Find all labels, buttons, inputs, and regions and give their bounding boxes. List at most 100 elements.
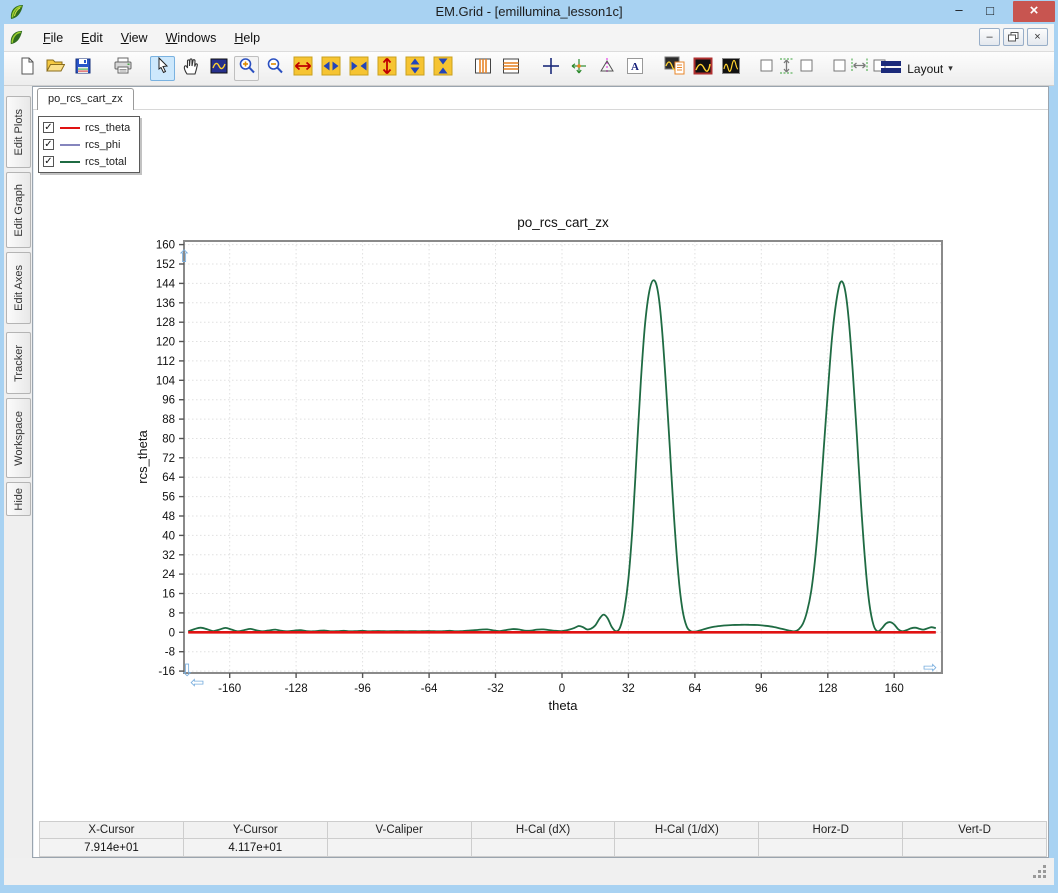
stripes-h-icon <box>501 56 521 81</box>
minimize-button[interactable]: – <box>946 0 972 23</box>
distribute-v-icon <box>760 56 814 81</box>
legend-checkbox-rcs_total[interactable]: ✓ <box>43 156 54 167</box>
mdi-window-controls: – × <box>979 28 1048 46</box>
sidebar-tab-label: Workspace <box>12 410 25 466</box>
zoom-in-button[interactable] <box>234 56 259 81</box>
stripes-v-icon <box>473 56 493 81</box>
mdi-restore-button[interactable] <box>1003 28 1024 46</box>
new-file-button[interactable] <box>14 56 39 81</box>
distribute-v-button[interactable] <box>758 56 816 81</box>
cross-cursor-button[interactable] <box>538 56 563 81</box>
mdi-close-button[interactable]: × <box>1027 28 1048 46</box>
status-value-0: 7.914e+01 <box>39 838 184 857</box>
toolbar-group <box>14 56 98 81</box>
layout-button[interactable]: Layout ▾ <box>881 56 953 81</box>
sidebar-tab-label: Hide <box>12 487 25 511</box>
legend-label: rcs_total <box>85 155 127 168</box>
wave-red-frame-button[interactable] <box>690 56 715 81</box>
open-file-button[interactable] <box>42 56 67 81</box>
status-value-5 <box>759 838 904 857</box>
y-axis-label: rcs_theta <box>135 429 150 483</box>
caliper-button[interactable] <box>594 56 619 81</box>
svg-text:-160: -160 <box>218 683 241 695</box>
status-value-6 <box>903 838 1048 857</box>
new-file-icon <box>17 56 37 81</box>
svg-text:-32: -32 <box>487 683 504 695</box>
app-logo-icon-small <box>8 29 25 46</box>
plot-legend: ✓ rcs_theta ✓ rcs_phi ✓ rcs_total <box>38 116 140 173</box>
sidebar-tab-label: Edit Axes <box>12 265 25 311</box>
zoom-out-button[interactable] <box>262 56 287 81</box>
x-axis-left-handle-icon: ⇦ <box>190 673 204 693</box>
shrink-y-blue-button[interactable] <box>430 56 455 81</box>
svg-text:32: 32 <box>622 683 635 695</box>
sidebar-tab-edit-graph[interactable]: Edit Graph <box>6 172 31 248</box>
sidebar-tab-edit-plots[interactable]: Edit Plots <box>6 96 31 168</box>
zoom-plot-button[interactable] <box>206 56 231 81</box>
tracker-button[interactable] <box>566 56 591 81</box>
zoom-out-icon <box>265 56 285 81</box>
svg-text:136: 136 <box>156 298 175 310</box>
menu-help[interactable]: Help <box>225 28 269 48</box>
wave-report-button[interactable] <box>662 56 687 81</box>
document-tab[interactable]: po_rcs_cart_zx <box>37 88 134 110</box>
toolbar-group <box>110 56 138 81</box>
save-file-icon <box>73 56 93 81</box>
svg-text:32: 32 <box>162 550 175 562</box>
toolbar: A Layout ▾ <box>4 52 1054 86</box>
plot-canvas[interactable]: -16 -8 0 8 16 24 32 40 48 56 64 72 80 88 96 104 112 120 12… <box>33 110 1050 821</box>
svg-text:72: 72 <box>162 453 175 465</box>
stripes-h-button[interactable] <box>498 56 523 81</box>
toolbar-group <box>150 56 458 81</box>
maximize-button[interactable]: □ <box>977 0 1003 23</box>
zoom-plot-icon <box>209 56 229 81</box>
legend-checkbox-rcs_phi[interactable]: ✓ <box>43 139 54 150</box>
sidebar-tab-label: Edit Plots <box>12 108 25 156</box>
save-file-button[interactable] <box>70 56 95 81</box>
stripes-v-button[interactable] <box>470 56 495 81</box>
pan-hand-button[interactable] <box>178 56 203 81</box>
svg-text:0: 0 <box>559 683 565 695</box>
legend-line-swatch <box>60 126 80 129</box>
expand-y-blue-icon <box>405 56 425 81</box>
sidebar-tab-hide[interactable]: Hide <box>6 482 31 516</box>
select-pointer-button[interactable] <box>150 56 175 81</box>
status-col-vert-d: Vert-D <box>903 821 1048 838</box>
menu-edit[interactable]: Edit <box>72 28 112 48</box>
legend-label: rcs_theta <box>85 121 131 134</box>
menu-windows[interactable]: Windows <box>157 28 226 48</box>
svg-text:96: 96 <box>162 395 175 407</box>
shrink-x-blue-button[interactable] <box>346 56 371 81</box>
menu-items: File Edit View Windows Help <box>34 24 269 51</box>
svg-text:56: 56 <box>162 492 175 504</box>
plot-title: po_rcs_cart_zx <box>517 215 609 230</box>
print-button[interactable] <box>110 56 135 81</box>
status-value-2 <box>327 838 472 857</box>
wave-double-button[interactable] <box>718 56 743 81</box>
resize-grip[interactable] <box>1033 865 1047 879</box>
svg-text:144: 144 <box>156 278 176 290</box>
svg-text:160: 160 <box>885 683 904 695</box>
menu-view[interactable]: View <box>112 28 157 48</box>
text-note-button[interactable]: A <box>622 56 647 81</box>
svg-text:24: 24 <box>162 569 175 581</box>
sidebar-tab-workspace[interactable]: Workspace <box>6 398 31 478</box>
legend-label: rcs_phi <box>85 138 121 151</box>
expand-y-red-button[interactable] <box>374 56 399 81</box>
close-button[interactable]: × <box>1013 1 1055 22</box>
sidebar-tab-tracker[interactable]: Tracker <box>6 332 31 394</box>
legend-checkbox-rcs_theta[interactable]: ✓ <box>43 122 54 133</box>
expand-x-blue-button[interactable] <box>318 56 343 81</box>
sidebar-tab-edit-axes[interactable]: Edit Axes <box>6 252 31 324</box>
menu-file[interactable]: File <box>34 28 72 48</box>
status-col-horz-d: Horz-D <box>759 821 904 838</box>
expand-y-blue-button[interactable] <box>402 56 427 81</box>
legend-item-rcs_theta: ✓ rcs_theta <box>39 119 139 136</box>
expand-x-red-button[interactable] <box>290 56 315 81</box>
svg-text:64: 64 <box>162 472 175 484</box>
svg-text:64: 64 <box>689 683 702 695</box>
mdi-minimize-button[interactable]: – <box>979 28 1000 46</box>
series-rcs_total <box>187 279 937 633</box>
svg-text:-64: -64 <box>421 683 438 695</box>
svg-text:96: 96 <box>755 683 768 695</box>
